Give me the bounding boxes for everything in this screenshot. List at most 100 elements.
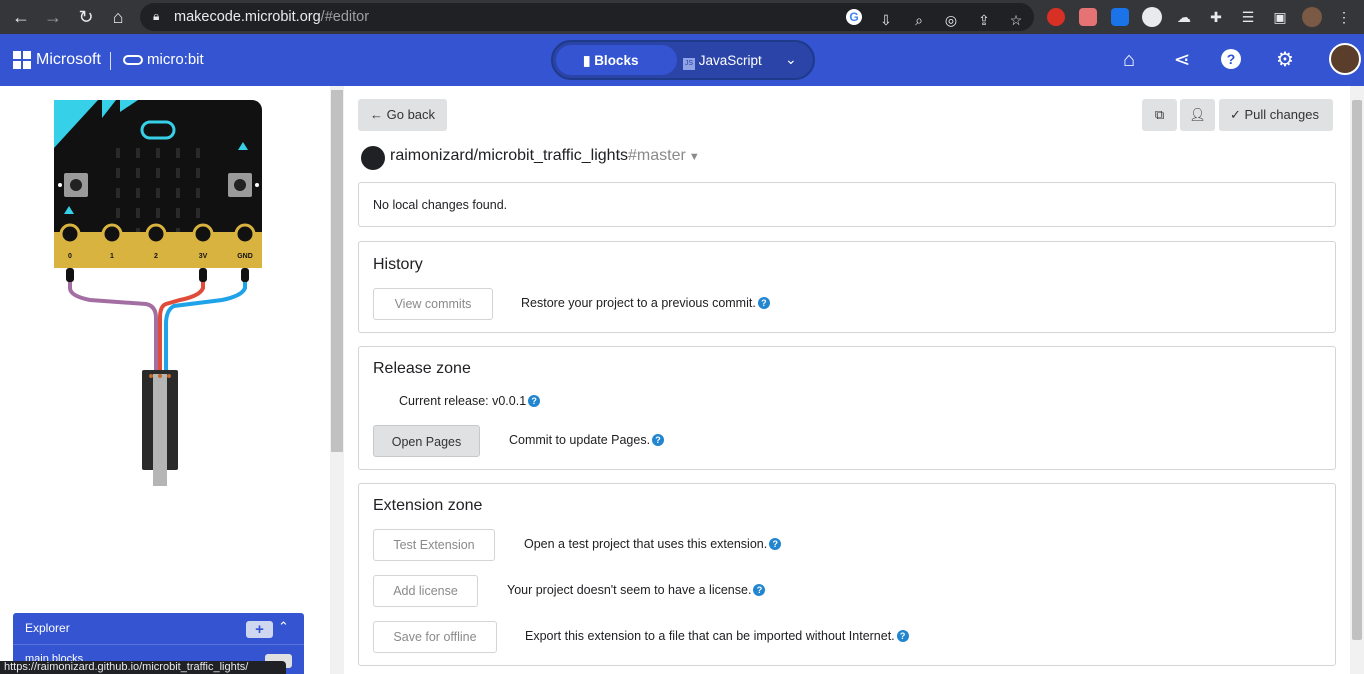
- current-release: Current release: v0.0.1?: [399, 394, 541, 408]
- changes-card: No local changes found.: [358, 182, 1336, 227]
- repo-title: raimonizard/microbit_traffic_lights#mast…: [390, 147, 700, 165]
- extension-puzzle-blue-icon[interactable]: [1111, 8, 1129, 26]
- microbit-simulator[interactable]: 0 1 2 3V GND: [50, 98, 270, 488]
- save-offline-button[interactable]: Save for offline: [373, 621, 497, 653]
- cloud-icon[interactable]: ☁: [1174, 7, 1194, 27]
- history-description-text: Restore your project to a previous commi…: [521, 296, 756, 310]
- chevron-down-icon[interactable]: ⌄: [785, 51, 797, 68]
- microbit-brand: micro:bit: [147, 51, 204, 68]
- share-icon[interactable]: ⇪: [974, 10, 994, 30]
- js-icon: JS: [683, 58, 695, 70]
- reload-icon[interactable]: ↻: [74, 5, 98, 29]
- help-icon[interactable]: ?: [1221, 49, 1241, 69]
- extension-shield-icon[interactable]: [1047, 8, 1065, 26]
- home-icon[interactable]: ⌂: [1117, 48, 1141, 72]
- tab-blocks[interactable]: ▮ Blocks: [583, 53, 638, 69]
- simulator-panel: 0123VGND ■ ↻ ✱ 🔊︎ ◉ ⛶ Explorer + ⌃ main.…: [0, 86, 330, 674]
- user-avatar[interactable]: [1329, 43, 1361, 75]
- help-icon[interactable]: ?: [769, 538, 782, 550]
- extension-circle-icon[interactable]: [1142, 7, 1162, 27]
- microsoft-logo-icon: [13, 51, 31, 69]
- no-changes-text: No local changes found.: [373, 198, 508, 212]
- test-extension-text: Open a test project that uses this exten…: [524, 537, 768, 551]
- test-extension-button[interactable]: Test Extension: [373, 529, 495, 561]
- install-icon[interactable]: ⇩: [876, 10, 896, 30]
- caret-down-icon[interactable]: ▼: [686, 151, 700, 163]
- extension-square-icon[interactable]: [1079, 8, 1097, 26]
- release-card: Release zone Current release: v0.0.1? Op…: [358, 346, 1336, 470]
- add-license-button[interactable]: Add license: [373, 575, 478, 607]
- history-description: Restore your project to a previous commi…: [521, 296, 770, 310]
- tab-javascript[interactable]: JS JavaScript: [683, 53, 762, 70]
- microsoft-brand: Microsoft: [36, 51, 101, 68]
- extensions-puzzle-icon[interactable]: ✚: [1206, 7, 1226, 27]
- status-bar-url: https://raimonizard.github.io/microbit_t…: [0, 661, 286, 674]
- puzzle-icon: ▮: [583, 53, 595, 68]
- header-divider: [110, 52, 111, 70]
- view-commits-button[interactable]: View commits: [373, 288, 493, 320]
- main-scrollbar[interactable]: [1350, 86, 1364, 674]
- github-icon: [361, 146, 385, 170]
- release-description-text: Commit to update Pages.: [509, 433, 651, 447]
- open-pages-button[interactable]: Open Pages: [373, 425, 480, 457]
- repo-name: raimonizard/microbit_traffic_lights: [390, 147, 629, 164]
- add-collaborator-icon[interactable]: 👤︎: [1180, 99, 1215, 131]
- url-path: /#editor: [320, 9, 370, 25]
- eye-off-icon[interactable]: ◎: [941, 10, 961, 30]
- address-bar[interactable]: 🔒︎ makecode.microbit.org/#editor G ⇩ ⌕ ◎…: [140, 3, 1034, 31]
- menu-dots-icon[interactable]: ⋮: [1334, 7, 1354, 27]
- pull-changes-button[interactable]: ✓ Pull changes: [1219, 99, 1333, 131]
- microbit-logo-icon: [123, 55, 143, 65]
- side-panel-icon[interactable]: ▣: [1270, 7, 1290, 27]
- history-title: History: [373, 256, 423, 273]
- browser-toolbar: ← → ↻ ⌂ 🔒︎ makecode.microbit.org/#editor…: [0, 0, 1364, 34]
- extension-card: Extension zone Test Extension Open a tes…: [358, 483, 1336, 666]
- google-icon[interactable]: G: [846, 9, 862, 25]
- tab-blocks-label: Blocks: [594, 53, 639, 68]
- github-panel: ← Go back ⧉ 👤︎ ✓ Pull changes raimonizar…: [344, 86, 1350, 674]
- add-license-text: Your project doesn't seem to have a lice…: [507, 583, 752, 597]
- svg-text:2: 2: [154, 253, 158, 260]
- simulator-scrollbar[interactable]: [330, 86, 344, 674]
- help-icon[interactable]: ?: [757, 297, 770, 309]
- go-back-button[interactable]: ← Go back: [358, 99, 447, 131]
- chevron-up-icon[interactable]: ⌃: [278, 619, 289, 635]
- url-text[interactable]: makecode.microbit.org/#editor: [174, 9, 369, 25]
- help-icon[interactable]: ?: [896, 630, 909, 642]
- explorer-divider: [13, 644, 304, 645]
- test-extension-description: Open a test project that uses this exten…: [524, 537, 782, 551]
- add-file-icon[interactable]: +: [246, 621, 273, 638]
- app-header: Microsoft micro:bit ▮ Blocks JS JavaScri…: [0, 34, 1364, 86]
- back-arrow-icon[interactable]: ←: [9, 5, 33, 29]
- save-offline-description: Export this extension to a file that can…: [525, 629, 909, 643]
- reading-list-icon[interactable]: ☰: [1238, 7, 1258, 27]
- svg-text:3V: 3V: [199, 253, 208, 260]
- svg-text:1: 1: [110, 253, 114, 260]
- current-release-text: Current release: v0.0.1: [399, 394, 527, 408]
- profile-avatar-icon[interactable]: [1302, 7, 1322, 27]
- check-icon: ✓: [1230, 107, 1245, 122]
- help-icon[interactable]: ?: [528, 395, 541, 407]
- help-icon[interactable]: ?: [753, 584, 766, 596]
- branch-name[interactable]: #master: [628, 147, 686, 164]
- forward-arrow-icon[interactable]: →: [41, 5, 65, 29]
- go-back-label: Go back: [386, 107, 436, 122]
- zoom-icon[interactable]: ⌕: [909, 10, 929, 30]
- external-link-icon[interactable]: ⧉: [1142, 99, 1177, 131]
- star-icon[interactable]: ☆: [1006, 10, 1026, 30]
- arrow-left-icon: ←: [370, 107, 387, 122]
- lock-icon[interactable]: 🔒︎: [153, 10, 163, 22]
- explorer-title[interactable]: Explorer: [25, 621, 70, 635]
- add-license-description: Your project doesn't seem to have a lice…: [507, 583, 766, 597]
- extension-title: Extension zone: [373, 497, 483, 514]
- save-offline-text: Export this extension to a file that can…: [525, 629, 895, 643]
- svg-text:0: 0: [68, 253, 72, 260]
- editor-toggle: ▮ Blocks JS JavaScript ⌄: [551, 40, 815, 80]
- svg-text:GND: GND: [237, 253, 253, 260]
- release-description: Commit to update Pages.?: [509, 433, 665, 447]
- gear-icon[interactable]: ⚙: [1273, 48, 1297, 72]
- help-icon[interactable]: ?: [652, 434, 665, 446]
- home-icon[interactable]: ⌂: [106, 5, 130, 29]
- share-icon[interactable]: ⋖: [1170, 48, 1194, 72]
- pull-changes-label: Pull changes: [1244, 107, 1319, 122]
